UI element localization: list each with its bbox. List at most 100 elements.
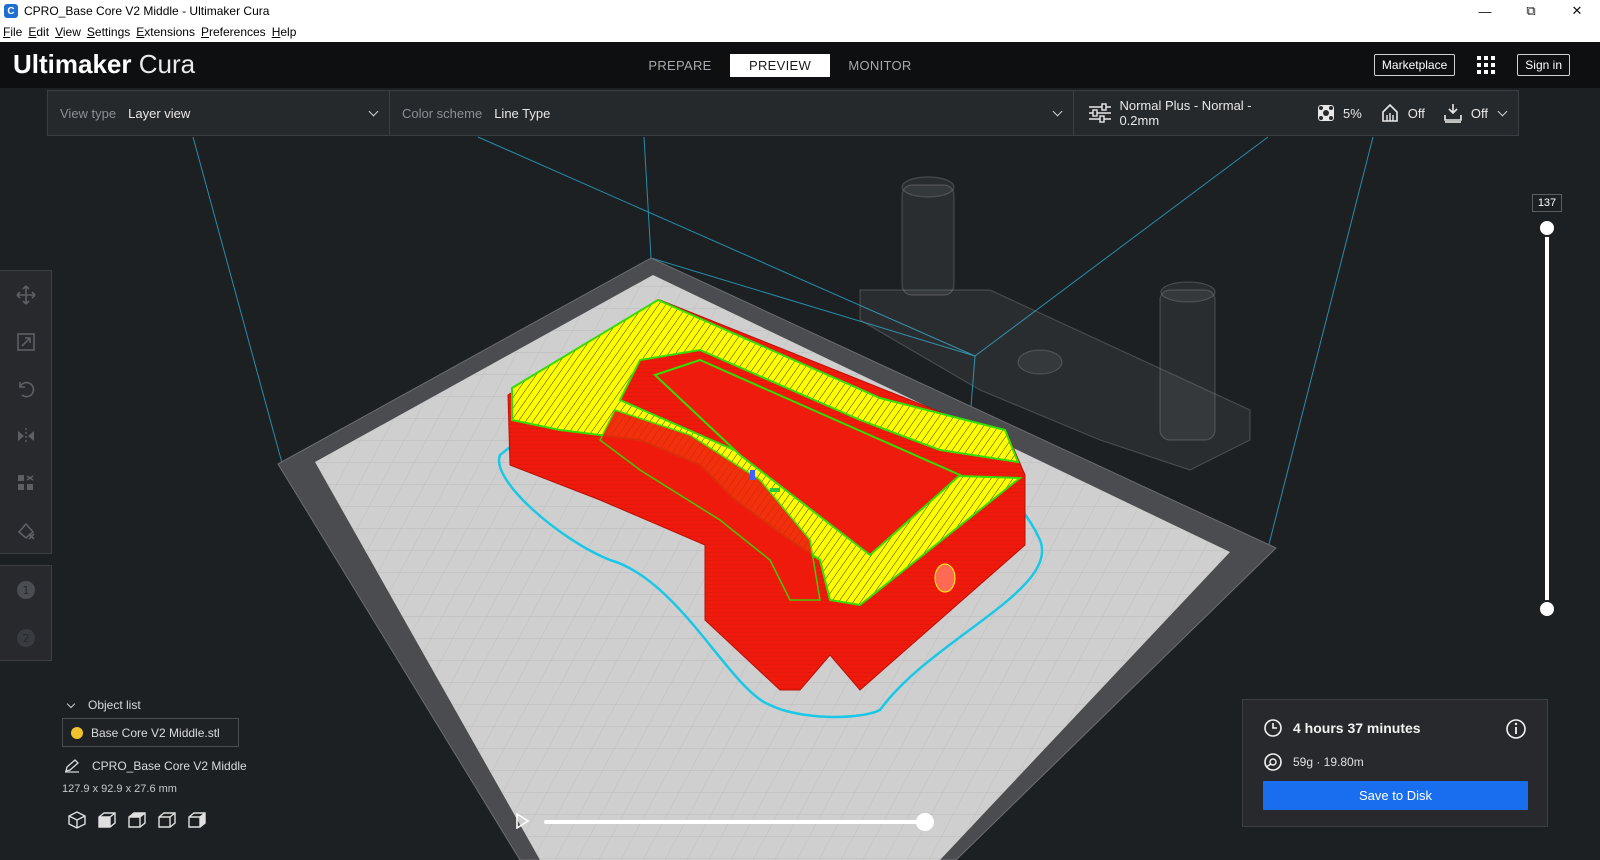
spool-icon — [1264, 753, 1282, 771]
menu-edit[interactable]: Edit — [28, 25, 49, 39]
stage-toolbar: View type Layer view Color scheme Line T… — [47, 90, 1519, 136]
adhesion-value: Off — [1470, 105, 1488, 121]
profile-value: Normal Plus - Normal - 0.2mm — [1119, 98, 1252, 128]
color-scheme-dropdown[interactable]: Color scheme Line Type — [390, 91, 1074, 135]
object-name: CPRO_Base Core V2 Middle — [92, 759, 247, 773]
object-name-row[interactable]: CPRO_Base Core V2 Middle — [62, 759, 247, 773]
minimize-button[interactable]: — — [1462, 0, 1508, 22]
pencil-icon — [65, 759, 79, 773]
view-front-icon — [98, 812, 116, 828]
scale-icon — [16, 332, 35, 351]
simulation-slider-track[interactable] — [544, 820, 926, 824]
left-toolbar — [0, 270, 52, 554]
camera-view-buttons — [62, 808, 212, 832]
tab-preview[interactable]: PREVIEW — [730, 54, 830, 77]
layer-slider-track[interactable] — [1545, 228, 1549, 610]
mirror-tool[interactable] — [0, 412, 51, 459]
view-top-button[interactable] — [122, 808, 152, 832]
tab-prepare[interactable]: PREPARE — [630, 54, 730, 77]
simulation-slider-handle[interactable] — [916, 813, 934, 831]
adhesion-item: Off — [1443, 103, 1488, 123]
extruder-1-tool[interactable]: 1 — [0, 566, 51, 614]
layer-slider-top-handle[interactable] — [1538, 219, 1556, 237]
menu-help[interactable]: Help — [272, 25, 297, 39]
per-model-settings-tool[interactable] — [0, 459, 51, 506]
settings-sliders-icon — [1089, 103, 1111, 123]
window-controls: — ⧉ ✕ — [1462, 0, 1600, 22]
brand-light: Cura — [138, 49, 196, 79]
print-settings-selector[interactable]: Normal Plus - Normal - 0.2mm 5% Off Off — [1074, 91, 1518, 135]
chevron-down-icon — [368, 106, 379, 117]
rotate-icon — [18, 381, 34, 397]
infill-value: 5% — [1342, 105, 1362, 121]
print-time: 4 hours 37 minutes — [1293, 720, 1421, 736]
clock-icon — [1264, 719, 1282, 737]
play-icon — [516, 812, 530, 830]
object-list-header: Object list — [88, 698, 141, 712]
app-header: Ultimaker Cura PREPARE PREVIEW MONITOR M… — [0, 42, 1600, 88]
scale-tool[interactable] — [0, 318, 51, 365]
menu-settings[interactable]: Settings — [87, 25, 130, 39]
window-titlebar: C CPRO_Base Core V2 Middle - Ultimaker C… — [0, 0, 1600, 22]
support-item: Off — [1380, 103, 1425, 123]
view-left-icon — [158, 812, 176, 828]
header-actions: Marketplace Sign in — [1373, 54, 1570, 76]
view-front-button[interactable] — [92, 808, 122, 832]
extruder-2-tool[interactable]: 2 — [0, 614, 51, 662]
print-details-button[interactable] — [1505, 718, 1527, 745]
view-type-label: View type — [60, 105, 117, 121]
support-value: Off — [1407, 105, 1425, 121]
view-3d-icon — [68, 811, 86, 829]
object-list-item[interactable]: Base Core V2 Middle.stl — [62, 718, 239, 747]
support-blocker-icon — [17, 522, 35, 540]
tab-monitor[interactable]: MONITOR — [830, 54, 930, 77]
mirror-icon — [17, 427, 34, 444]
chevron-down-icon — [66, 699, 76, 708]
restore-button[interactable]: ⧉ — [1508, 0, 1554, 22]
save-to-disk-button[interactable]: Save to Disk — [1263, 781, 1528, 810]
menu-file[interactable]: File — [3, 25, 22, 39]
profile-item: Normal Plus - Normal - 0.2mm — [1088, 98, 1291, 128]
support-blocker-tool[interactable] — [0, 506, 51, 553]
rotate-tool[interactable] — [0, 365, 51, 412]
menu-view[interactable]: View — [55, 25, 81, 39]
extruder-1-icon: 1 — [16, 581, 35, 599]
infill-item: 5% — [1317, 104, 1362, 122]
marketplace-button[interactable]: Marketplace — [1373, 54, 1456, 76]
view-3d-button[interactable] — [62, 808, 92, 832]
print-info-panel: 4 hours 37 minutes 59g · 19.80m Save to … — [1242, 699, 1548, 827]
svg-text:1: 1 — [22, 584, 29, 597]
view-right-button[interactable] — [182, 808, 212, 832]
extruder-color-dot — [71, 726, 83, 739]
move-tool[interactable] — [0, 271, 51, 318]
move-icon — [15, 284, 36, 305]
sign-in-button[interactable]: Sign in — [1517, 54, 1570, 76]
infill-icon — [1317, 105, 1334, 121]
view-type-dropdown[interactable]: View type Layer view — [48, 91, 390, 135]
view-right-icon — [188, 812, 206, 828]
object-list-toggle[interactable]: Object list — [66, 698, 247, 712]
info-icon — [1506, 719, 1526, 739]
view-top-icon — [128, 812, 146, 828]
close-button[interactable]: ✕ — [1554, 0, 1600, 22]
menu-extensions[interactable]: Extensions — [136, 25, 195, 39]
object-dimensions: 127.9 x 92.9 x 27.6 mm — [62, 783, 177, 795]
layer-number-field[interactable]: 137 — [1532, 194, 1562, 212]
apps-grid-icon[interactable] — [1477, 56, 1496, 74]
cura-app-icon: C — [4, 4, 18, 18]
object-file-name: Base Core V2 Middle.stl — [91, 725, 220, 740]
extruder-toolbar: 1 2 — [0, 565, 52, 661]
chevron-down-icon — [1497, 106, 1508, 117]
svg-text:2: 2 — [22, 632, 29, 645]
chevron-down-icon — [1052, 106, 1063, 117]
material-row: 59g · 19.80m — [1263, 752, 1364, 772]
view-left-button[interactable] — [152, 808, 182, 832]
color-scheme-label: Color scheme — [402, 105, 483, 121]
layer-slider-bottom-handle[interactable] — [1538, 600, 1556, 618]
extruder-2-icon: 2 — [16, 629, 35, 647]
stage-tabs: PREPARE PREVIEW MONITOR — [630, 54, 930, 77]
brand-logo: Ultimaker Cura — [13, 49, 195, 80]
play-button[interactable] — [514, 812, 530, 834]
menu-preferences[interactable]: Preferences — [201, 25, 266, 39]
view-type-value: Layer view — [128, 105, 191, 121]
